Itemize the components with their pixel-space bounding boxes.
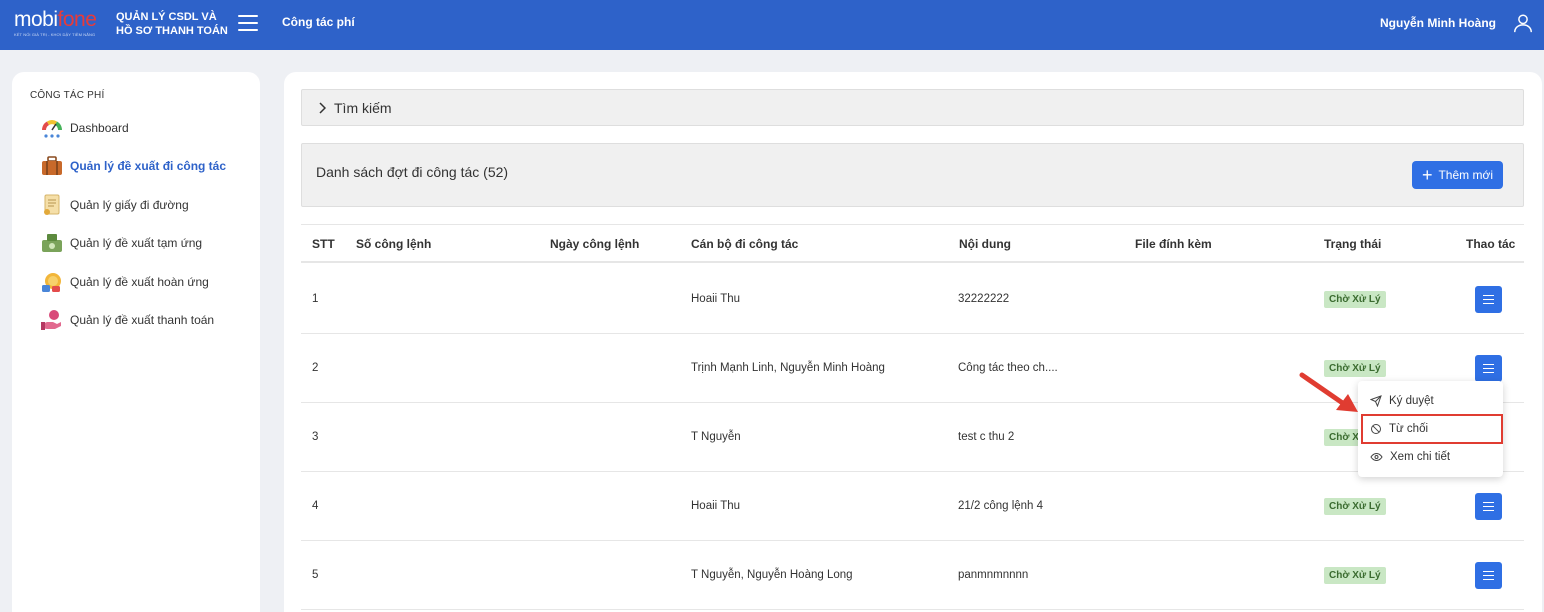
- sidebar: CÔNG TÁC PHÍ Dashboard Quản lý đề xuất đ…: [12, 72, 260, 612]
- sidebar-section-title: CÔNG TÁC PHÍ: [30, 90, 105, 101]
- sidebar-item-label: Quản lý đề xuất tạm ứng: [70, 236, 203, 250]
- cell-staff: T Nguyễn: [691, 431, 741, 443]
- cell-content: 32222222: [958, 293, 1010, 305]
- top-header: mobifone KẾT NỐI GIÁ TRỊ - KHƠI DẬY TIỀM…: [0, 0, 1544, 50]
- chevron-right-icon: [319, 101, 326, 114]
- sidebar-item-label: Quản lý đề xuất thanh toán: [70, 313, 215, 327]
- cell-stt: 4: [312, 500, 319, 512]
- column-header-status: Trạng thái: [1324, 237, 1382, 251]
- cell-content: panmnmnnnn: [958, 569, 1029, 581]
- table-row[interactable]: 5 T Nguyễn, Nguyễn Hoàng Long panmnmnnnn…: [301, 541, 1524, 610]
- status-badge: Chờ Xử Lý: [1324, 498, 1386, 515]
- status-badge: Chờ Xử Lý: [1324, 291, 1386, 308]
- column-header-staff: Cán bộ đi công tác: [691, 237, 799, 251]
- column-header-actions: Thao tác: [1466, 237, 1516, 251]
- menu-item-label: Xem chi tiết: [1390, 451, 1451, 463]
- eye-icon: [1370, 452, 1383, 462]
- dashboard-gauge-icon: [40, 116, 64, 140]
- user-account-icon[interactable]: [1512, 12, 1534, 34]
- status-badge: Chờ Xử Lý: [1324, 567, 1386, 584]
- plus-icon: +: [1421, 165, 1433, 185]
- cell-staff: Hoaii Thu: [691, 500, 741, 512]
- logo-wordmark: mobifone: [14, 8, 97, 31]
- menu-item-label: Ký duyệt: [1389, 395, 1434, 407]
- list-header: Danh sách đợt đi công tác (52) + Thêm mớ…: [301, 143, 1524, 207]
- column-header-attachment: File đính kèm: [1135, 237, 1212, 251]
- cell-stt: 2: [312, 362, 319, 374]
- row-actions-button[interactable]: [1475, 355, 1502, 382]
- search-collapse-toggle[interactable]: Tìm kiếm: [301, 89, 1524, 126]
- table-row[interactable]: 4 Hoaii Thu 21/2 công lệnh 4 Chờ Xử Lý: [301, 472, 1524, 541]
- annotation-arrow-icon: [1299, 372, 1358, 412]
- add-new-button[interactable]: + Thêm mới: [1411, 161, 1503, 189]
- logo-tagline: KẾT NỐI GIÁ TRỊ - KHƠI DẬY TIỀM NĂNG: [14, 32, 96, 37]
- main-panel: Tìm kiếm Danh sách đợt đi công tác (52) …: [284, 72, 1542, 612]
- list-title: Danh sách đợt đi công tác (52): [316, 164, 509, 180]
- menu-item-view-detail[interactable]: Xem chi tiết: [1358, 443, 1503, 471]
- cell-staff: Trịnh Mạnh Linh, Nguyễn Minh Hoàng: [691, 362, 885, 374]
- sidebar-item-label: Quản lý đề xuất đi công tác: [70, 159, 227, 173]
- cell-staff: T Nguyễn, Nguyễn Hoàng Long: [691, 569, 853, 581]
- document-scroll-icon: [40, 193, 64, 217]
- cell-content: 21/2 công lệnh 4: [958, 500, 1044, 512]
- sidebar-item-travel-papers[interactable]: Quản lý giấy đi đường: [40, 191, 189, 219]
- sidebar-item-label: Quản lý đề xuất hoàn ứng: [70, 275, 209, 289]
- sidebar-item-label: Quản lý giấy đi đường: [70, 198, 189, 212]
- header-module-title: Công tác phí: [282, 15, 355, 29]
- sidebar-item-advance-proposals[interactable]: Quản lý đề xuất tạm ứng: [40, 229, 202, 257]
- mobifone-logo[interactable]: mobifone KẾT NỐI GIÁ TRỊ - KHƠI DẬY TIỀM…: [14, 9, 110, 37]
- add-new-label: Thêm mới: [1438, 168, 1493, 182]
- annotation-highlight-box: [1361, 414, 1503, 444]
- table-header: STT Số công lệnh Ngày công lệnh Cán bộ đ…: [301, 224, 1524, 263]
- row-actions-button[interactable]: [1475, 562, 1502, 589]
- row-actions-button[interactable]: [1475, 493, 1502, 520]
- hamburger-menu-icon[interactable]: [238, 15, 258, 31]
- sidebar-item-label: Dashboard: [70, 121, 129, 135]
- sidebar-item-trip-proposals[interactable]: Quản lý đề xuất đi công tác: [40, 152, 226, 180]
- column-header-order-number: Số công lệnh: [356, 237, 432, 251]
- row-actions-button[interactable]: [1475, 286, 1502, 313]
- cell-stt: 5: [312, 569, 319, 581]
- cell-stt: 1: [312, 293, 319, 305]
- cell-content: Công tác theo ch....: [958, 362, 1058, 374]
- cell-content: test c thu 2: [958, 431, 1015, 443]
- column-header-stt: STT: [312, 237, 335, 251]
- cell-staff: Hoaii Thu: [691, 293, 741, 305]
- app-title: QUẢN LÝ CSDL VÀ HỒ SƠ THANH TOÁN: [116, 11, 228, 37]
- briefcase-icon: [40, 154, 64, 178]
- send-icon: [1370, 395, 1382, 407]
- sidebar-item-refund-proposals[interactable]: Quản lý đề xuất hoàn ứng: [40, 268, 209, 296]
- column-header-content: Nội dung: [959, 237, 1011, 251]
- table-row[interactable]: 1 Hoaii Thu 32222222 Chờ Xử Lý: [301, 265, 1524, 334]
- menu-item-approve[interactable]: Ký duyệt: [1358, 387, 1503, 415]
- column-header-order-date: Ngày công lệnh: [550, 237, 640, 251]
- coin-refund-icon: [40, 270, 64, 294]
- hand-coin-icon: [40, 308, 64, 332]
- search-label: Tìm kiếm: [334, 99, 392, 116]
- money-icon: [40, 231, 64, 255]
- cell-stt: 3: [312, 431, 319, 443]
- sidebar-item-payment-proposals[interactable]: Quản lý đề xuất thanh toán: [40, 306, 214, 334]
- sidebar-item-dashboard[interactable]: Dashboard: [40, 114, 129, 142]
- header-user-name[interactable]: Nguyễn Minh Hoàng: [1380, 16, 1496, 30]
